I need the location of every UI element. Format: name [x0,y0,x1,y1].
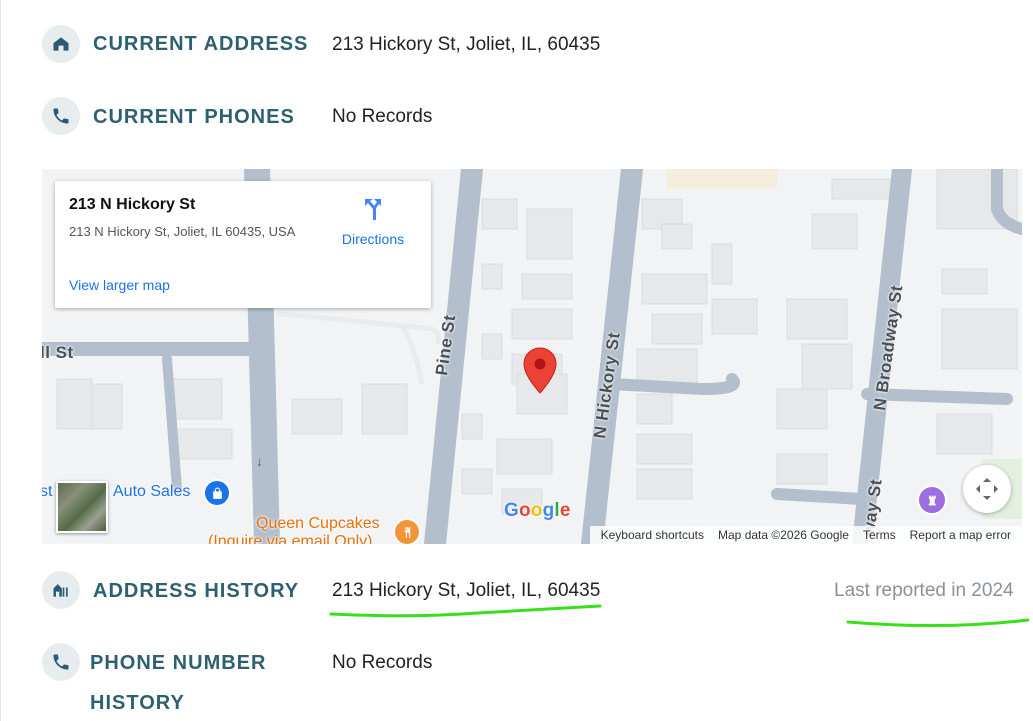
terms-link[interactable]: Terms [863,528,896,542]
restaurant-icon[interactable] [393,518,421,544]
map-embed[interactable]: ll St Pine St N Hickory St N Broadway St… [42,169,1022,544]
arrow-down-icon: ↓ [256,453,263,469]
phone-history-label-line2: HISTORY [90,692,185,714]
phone-history-row [42,643,80,681]
address-history-row [42,571,80,609]
poi-label-auto-prefix: st [42,483,53,500]
address-history-value: 213 Hickory St, Joliet, IL, 60435 [332,580,601,601]
left-border [0,0,1,721]
current-address-label: CURRENT ADDRESS [93,33,309,55]
map-data-text: Map data ©2026 Google [718,528,849,542]
phone-icon [42,97,80,135]
chess-landmark-icon[interactable] [917,485,947,515]
phone-history-label-line1: PHONE NUMBER [90,652,267,674]
home-icon [42,25,80,63]
google-logo: Google [504,500,571,521]
address-underline-annotation [329,604,602,618]
satellite-toggle[interactable] [56,481,108,533]
view-larger-map-link[interactable]: View larger map [69,277,170,293]
address-history-label: ADDRESS HISTORY [93,580,300,602]
directions-label: Directions [341,231,405,247]
current-phones-label: CURRENT PHONES [93,106,295,128]
current-address-row [42,25,80,63]
poi-label-queen-cupcakes[interactable]: Queen Cupcakes [256,515,380,533]
report-map-error-link[interactable]: Report a map error [910,528,1011,542]
current-phones-value: No Records [332,106,433,127]
phone-history-icon [42,643,80,681]
directions-icon [365,199,381,220]
last-reported-underline-annotation [846,618,1030,628]
directions-button[interactable]: Directions [340,196,406,247]
map-pin-icon[interactable] [523,347,557,400]
current-phones-row [42,97,80,135]
move-arrows-icon [976,478,998,500]
keyboard-shortcuts-link[interactable]: Keyboard shortcuts [601,528,704,542]
address-history-icon [42,571,80,609]
map-card-address: 213 N Hickory St, Joliet, IL 60435, USA [69,224,296,239]
last-reported-text: Last reported in 2024 [834,580,1014,601]
fullscreen-button[interactable] [963,465,1011,513]
current-address-value: 213 Hickory St, Joliet, IL, 60435 [332,34,601,55]
map-info-card: 213 N Hickory St 213 N Hickory St, Jolie… [55,181,431,308]
shopping-bag-icon[interactable] [203,479,231,507]
poi-label-queen-cupcakes-note: (Inquire via email Only) [208,533,373,544]
map-attribution-bar: Keyboard shortcuts Map data ©2026 Google… [589,526,1022,544]
street-label-ll: ll St [42,343,74,362]
map-card-title: 213 N Hickory St [69,196,196,213]
poi-label-auto-sales[interactable]: Auto Sales [113,483,190,501]
phone-history-value: No Records [332,652,433,673]
